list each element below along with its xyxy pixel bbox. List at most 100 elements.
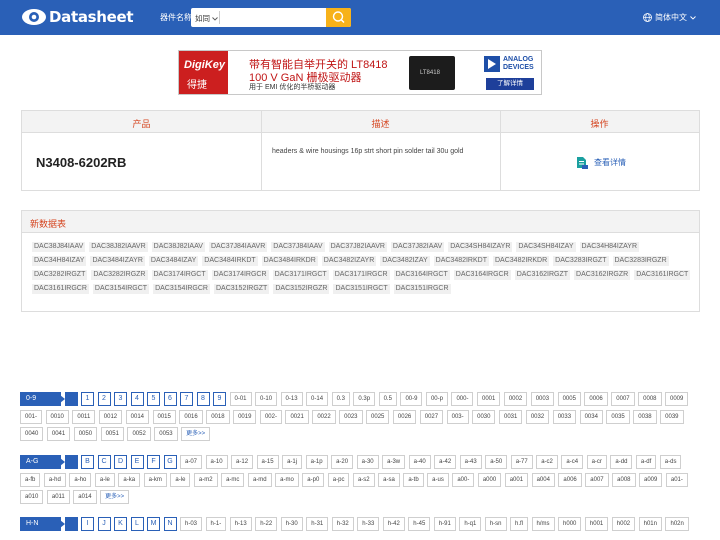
datasheet-link[interactable]: DAC34SH84IZAYR	[448, 242, 513, 252]
index-prefix-link[interactable]: a-50	[485, 455, 508, 469]
datasheet-link[interactable]: DAC3151IRGCR	[393, 284, 451, 294]
index-prefix-link[interactable]: h-31	[306, 517, 329, 531]
index-prefix-link[interactable]: a-42	[434, 455, 457, 469]
datasheet-link[interactable]: DAC3164IRGCT	[393, 270, 450, 280]
index-prefix-link[interactable]: a-12	[231, 455, 254, 469]
index-letter-i[interactable]: I	[81, 517, 94, 531]
index-prefix-link[interactable]: h000	[558, 517, 582, 531]
index-prefix-link[interactable]: a-us	[427, 472, 449, 487]
index-range-label[interactable]: A-G	[20, 455, 65, 469]
datasheet-link[interactable]: DAC3154IRGCR	[153, 284, 210, 294]
index-prefix-link[interactable]: a-cr	[586, 455, 607, 469]
index-prefix-link[interactable]: h-91	[433, 517, 456, 531]
datasheet-link[interactable]: DAC3171IRGCR	[332, 270, 390, 280]
view-details-link[interactable]: 查看详情	[576, 156, 626, 169]
index-prefix-link[interactable]: h-45	[408, 517, 431, 531]
index-prefix-link[interactable]: 0-13	[280, 392, 303, 406]
index-prefix-link[interactable]: h01n	[638, 517, 662, 531]
index-prefix-link[interactable]: a001	[504, 472, 529, 487]
datasheet-link[interactable]: DAC3282IRGZT	[32, 270, 88, 280]
index-letter-g[interactable]: G	[163, 455, 177, 469]
datasheet-link[interactable]: DAC38J84IAAV	[32, 242, 86, 252]
index-prefix-link[interactable]: 0012	[98, 409, 123, 424]
index-prefix-link[interactable]: h/ms	[531, 517, 555, 531]
part-number[interactable]: N3408-6202RB	[36, 155, 126, 170]
index-prefix-link[interactable]: a-le	[94, 472, 115, 487]
index-prefix-link[interactable]: 0022	[312, 409, 336, 424]
datasheet-link[interactable]: DAC3484IRKDT	[202, 256, 258, 266]
index-prefix-link[interactable]: a-md	[247, 472, 272, 487]
index-prefix-link[interactable]: a004	[531, 472, 555, 487]
index-prefix-link[interactable]: h-33	[357, 517, 380, 531]
datasheet-link[interactable]: DAC34H84IZAY	[32, 256, 87, 266]
datasheet-link[interactable]: DAC3484IRKDR	[261, 256, 318, 266]
datasheet-link[interactable]: DAC37J82IAAV	[390, 242, 445, 252]
index-prefix-link[interactable]: a-ds	[659, 455, 682, 469]
index-prefix-link[interactable]: 0025	[366, 409, 390, 424]
index-prefix-link[interactable]: a-43	[459, 455, 482, 469]
index-prefix-link[interactable]: a-pc	[327, 472, 350, 487]
site-logo[interactable]: Datasheet	[21, 8, 134, 26]
index-prefix-link[interactable]: h-22	[255, 517, 278, 531]
index-prefix-link[interactable]: a006	[558, 472, 582, 487]
index-letter-6[interactable]: 6	[163, 392, 177, 406]
index-prefix-link[interactable]: h-13	[229, 517, 252, 531]
index-prefix-link[interactable]: h-q1	[459, 517, 482, 531]
index-prefix-link[interactable]: a008	[612, 472, 636, 487]
index-letter-f[interactable]: F	[147, 455, 160, 469]
index-prefix-link[interactable]: a007	[585, 472, 609, 487]
index-prefix-link[interactable]: 0001	[476, 392, 501, 406]
index-prefix-link[interactable]: 0002	[503, 392, 528, 406]
datasheet-link[interactable]: DAC37J84IAAV	[271, 242, 325, 252]
index-prefix-link[interactable]: 0018	[206, 409, 230, 424]
index-prefix-link[interactable]: a011	[46, 490, 70, 504]
datasheet-link[interactable]: DAC34H84IZAYR	[579, 242, 640, 252]
index-prefix-link[interactable]: 0051	[100, 427, 124, 441]
datasheet-link[interactable]: DAC3283IRGZT	[553, 256, 609, 266]
index-prefix-link[interactable]: a000	[477, 472, 502, 487]
index-prefix-link[interactable]: a-3w	[382, 455, 406, 469]
index-prefix-link[interactable]: a-hd	[43, 472, 66, 487]
index-prefix-link[interactable]: h.fl	[510, 517, 529, 531]
datasheet-link[interactable]: DAC3162IRGZR	[574, 270, 631, 280]
index-prefix-link[interactable]: a01-	[665, 472, 688, 487]
index-prefix-link[interactable]: 0038	[633, 409, 657, 424]
index-letter-m[interactable]: M	[147, 517, 160, 531]
index-prefix-link[interactable]: a00-	[452, 472, 475, 487]
index-prefix-link[interactable]: a-ka	[118, 472, 141, 487]
index-prefix-link[interactable]: 0006	[584, 392, 608, 406]
datasheet-link[interactable]: DAC34SH84IZAY	[516, 242, 576, 252]
index-prefix-link[interactable]: 0016	[179, 409, 203, 424]
index-letter-2[interactable]: 2	[97, 392, 111, 406]
index-prefix-link[interactable]: 0019	[233, 409, 257, 424]
index-prefix-link[interactable]: 0041	[46, 427, 71, 441]
index-prefix-link[interactable]: a010	[20, 490, 44, 504]
index-prefix-link[interactable]: 0003	[530, 392, 555, 406]
datasheet-link[interactable]: DAC3152IRGZT	[213, 284, 270, 294]
index-prefix-link[interactable]: 000-	[451, 392, 474, 406]
index-prefix-link[interactable]: a-s2	[352, 472, 375, 487]
datasheet-link[interactable]: DAC3482IZAY	[380, 256, 430, 266]
more-link[interactable]: 更多>>	[100, 490, 130, 504]
index-prefix-link[interactable]: 0039	[660, 409, 684, 424]
index-prefix-link[interactable]: 0031	[498, 409, 523, 424]
index-prefix-link[interactable]: 0008	[638, 392, 662, 406]
index-prefix-link[interactable]: 0050	[73, 427, 98, 441]
index-prefix-link[interactable]: a-fb	[20, 472, 41, 487]
index-prefix-link[interactable]: h-42	[382, 517, 405, 531]
index-prefix-link[interactable]: h-32	[331, 517, 354, 531]
search-mode-select[interactable]: 如同	[195, 13, 218, 24]
search-button[interactable]	[326, 8, 351, 27]
index-prefix-link[interactable]: 001-	[20, 409, 43, 424]
index-prefix-link[interactable]: 0053	[154, 427, 178, 441]
datasheet-link[interactable]: DAC3484IZAY	[148, 256, 199, 266]
index-prefix-link[interactable]: a-dd	[610, 455, 633, 469]
datasheet-link[interactable]: DAC3484IZAYR	[90, 256, 145, 266]
index-prefix-link[interactable]: a-le	[170, 472, 191, 487]
index-letter-0[interactable]: 0	[64, 392, 78, 406]
index-prefix-link[interactable]: 0015	[152, 409, 176, 424]
index-prefix-link[interactable]: 0040	[20, 427, 44, 441]
index-prefix-link[interactable]: 0030	[472, 409, 496, 424]
datasheet-link[interactable]: DAC3174IRGCT	[151, 270, 208, 280]
index-prefix-link[interactable]: 0.5	[378, 392, 397, 406]
